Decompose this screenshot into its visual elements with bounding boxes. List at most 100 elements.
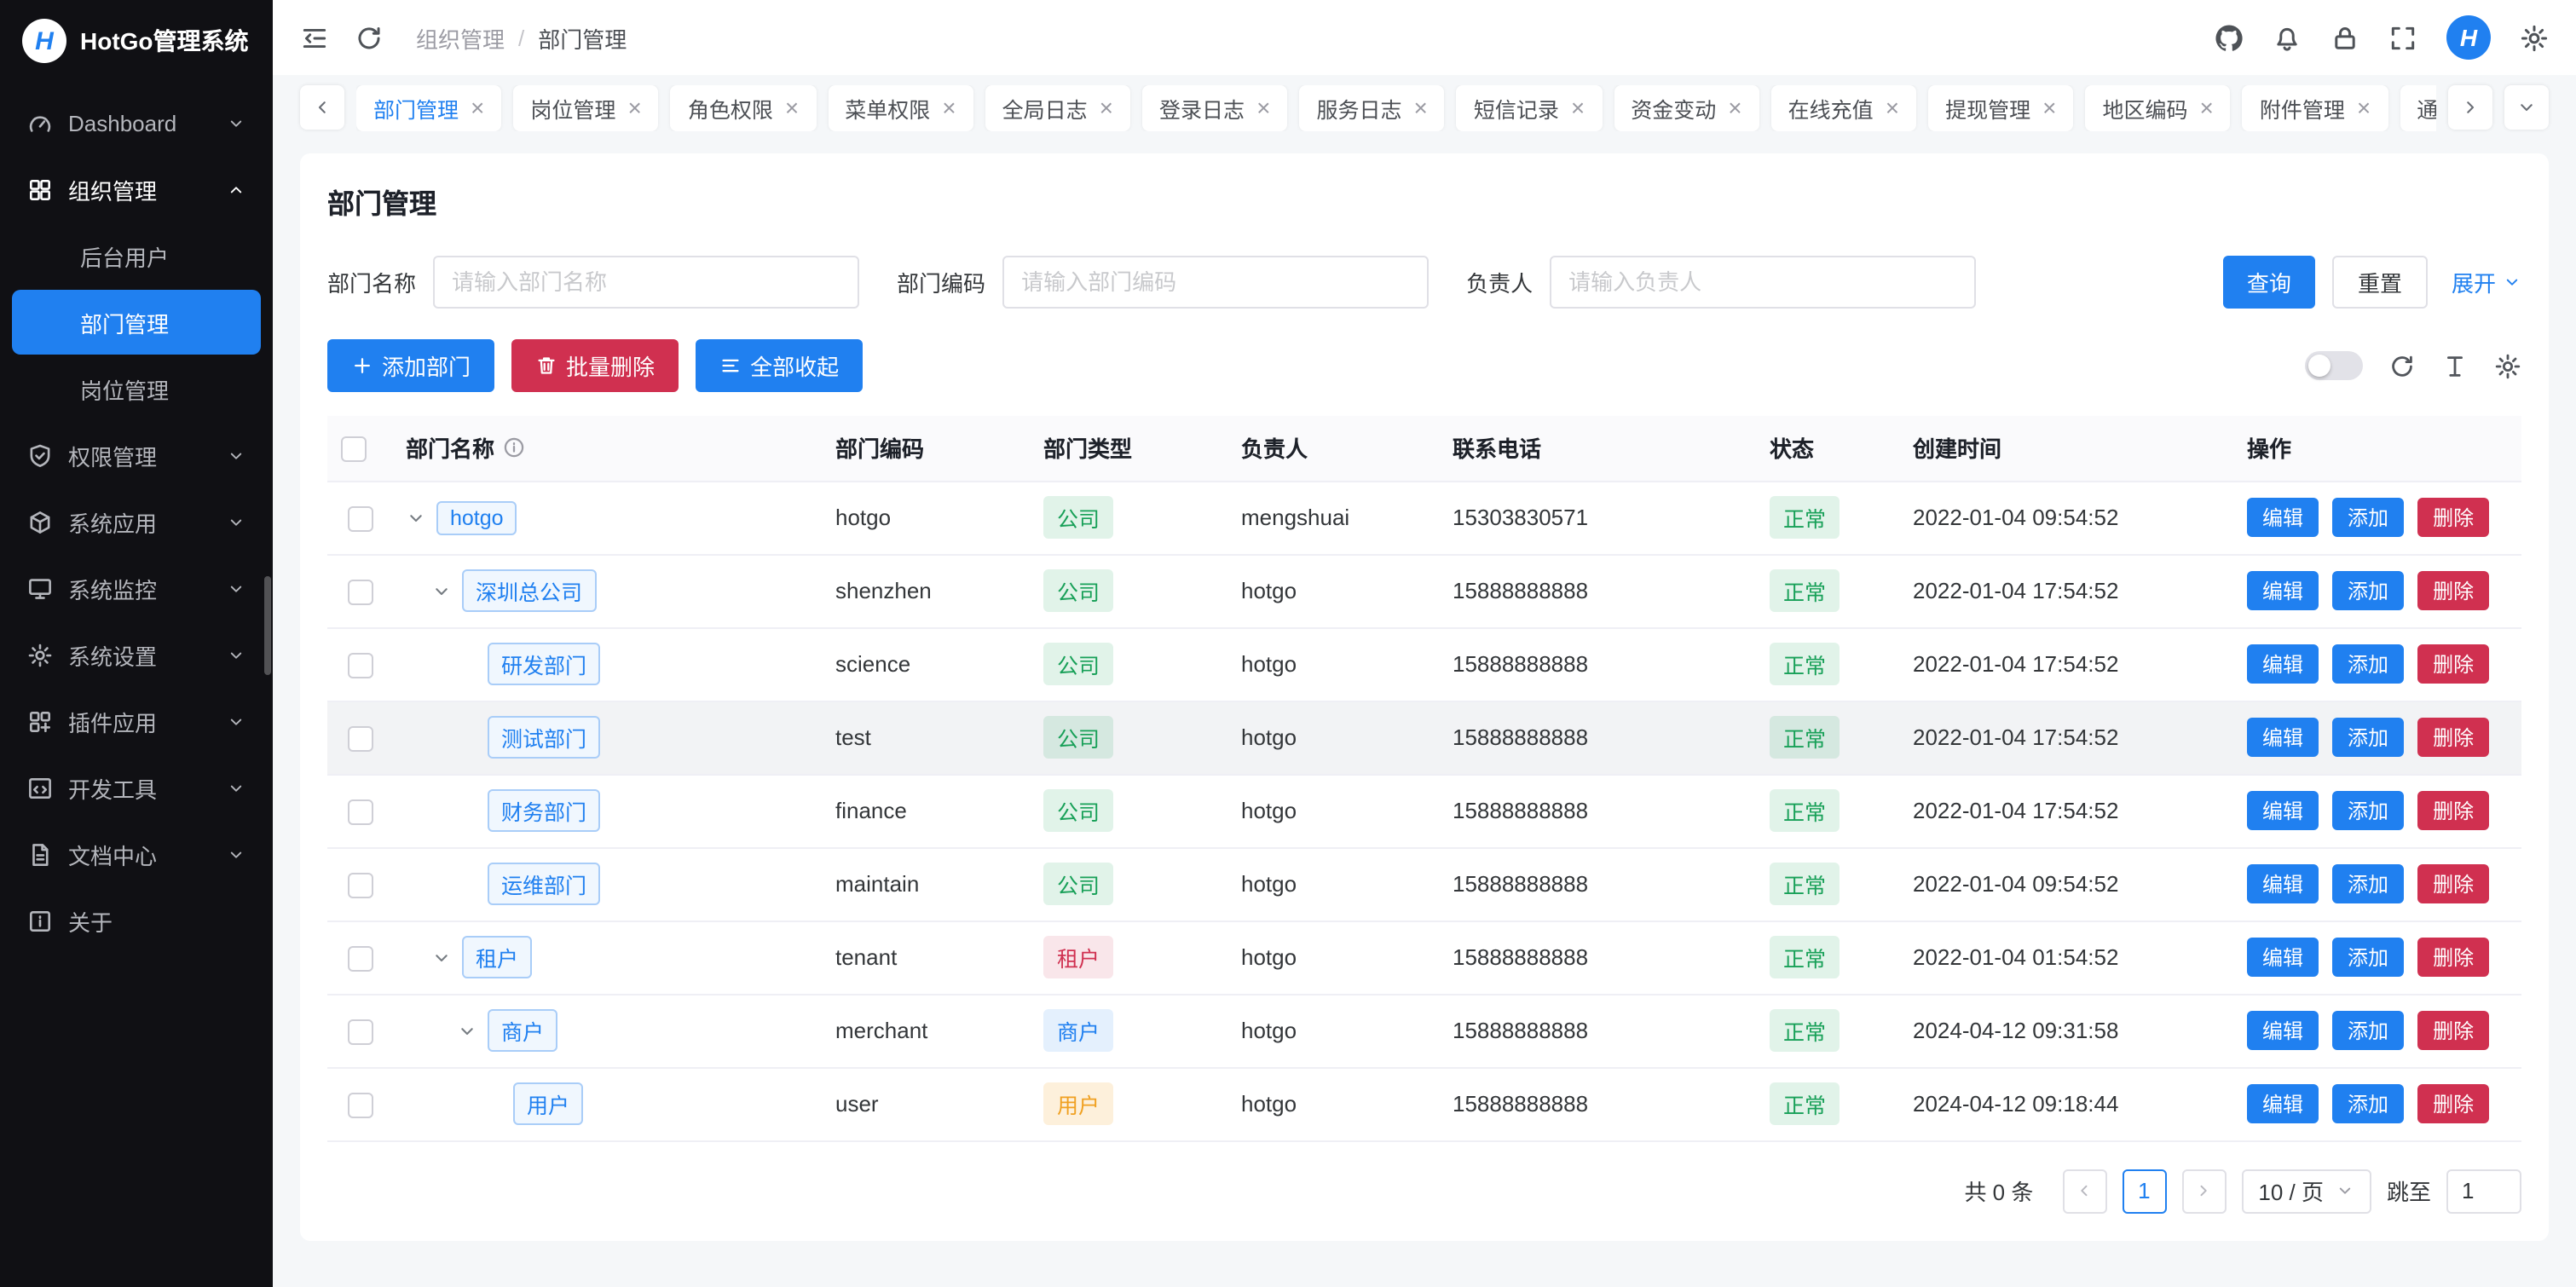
sidebar-item-post-manage[interactable]: 岗位管理 — [12, 356, 261, 421]
row-checkbox[interactable] — [347, 872, 373, 897]
row-checkbox[interactable] — [347, 579, 373, 604]
sidebar-item-dev-tools[interactable]: 开发工具 — [12, 755, 261, 820]
row-checkbox[interactable] — [347, 945, 373, 971]
delete-button[interactable]: 删除 — [2417, 644, 2489, 684]
tab-close-icon[interactable]: × — [1728, 95, 1741, 119]
user-avatar[interactable]: H — [2446, 15, 2491, 60]
tabs-menu-icon[interactable] — [2504, 85, 2549, 130]
sidebar-item-system-app[interactable]: 系统应用 — [12, 489, 261, 554]
page-number-button[interactable]: 1 — [2122, 1169, 2166, 1213]
add-button[interactable]: 添加 — [2332, 718, 2404, 757]
add-department-button[interactable]: 添加部门 — [327, 339, 494, 392]
tab-8[interactable]: 资金变动× — [1614, 84, 1759, 130]
tab-12[interactable]: 附件管理× — [2243, 84, 2388, 130]
row-checkbox[interactable] — [347, 505, 373, 531]
tab-close-icon[interactable]: × — [1571, 95, 1585, 119]
tab-7[interactable]: 短信记录× — [1457, 84, 1602, 130]
tab-close-icon[interactable]: × — [785, 95, 799, 119]
next-page-icon[interactable] — [2181, 1169, 2226, 1213]
sidebar-item-plugin-app[interactable]: 插件应用 — [12, 689, 261, 753]
info-icon[interactable] — [503, 437, 525, 459]
tab-close-icon[interactable]: × — [1256, 95, 1270, 119]
tab-close-icon[interactable]: × — [2200, 95, 2214, 119]
add-button[interactable]: 添加 — [2332, 864, 2404, 903]
table-row[interactable]: 财务部门finance公司hotgo15888888888正常2022-01-0… — [327, 774, 2521, 847]
row-checkbox[interactable] — [347, 1019, 373, 1044]
edit-button[interactable]: 编辑 — [2247, 498, 2319, 537]
collapse-all-button[interactable]: 全部收起 — [696, 339, 863, 392]
table-refresh-icon[interactable] — [2388, 352, 2416, 379]
dept-name-input[interactable] — [433, 256, 859, 309]
table-row[interactable]: 深圳总公司shenzhen公司hotgo15888888888正常2022-01… — [327, 554, 2521, 627]
add-button[interactable]: 添加 — [2332, 791, 2404, 830]
tabs-scroll-right-icon[interactable] — [2448, 85, 2492, 130]
select-all-checkbox[interactable] — [341, 436, 367, 462]
expand-search-toggle[interactable]: 展开 — [2452, 266, 2521, 298]
page-reload-icon[interactable] — [355, 23, 384, 52]
edit-button[interactable]: 编辑 — [2247, 644, 2319, 684]
notifications-bell-icon[interactable] — [2273, 23, 2302, 52]
tab-0[interactable]: 部门管理× — [356, 84, 501, 130]
tab-close-icon[interactable]: × — [627, 95, 641, 119]
striped-toggle-switch[interactable] — [2305, 351, 2363, 380]
row-expand-icon[interactable] — [406, 507, 426, 528]
delete-button[interactable]: 删除 — [2417, 791, 2489, 830]
page-size-select[interactable]: 10 / 页 — [2241, 1169, 2371, 1213]
delete-button[interactable]: 删除 — [2417, 1084, 2489, 1123]
tab-13[interactable]: 通知公告× — [2400, 84, 2436, 130]
row-expand-icon[interactable] — [457, 1020, 477, 1041]
sidebar-item-system-settings[interactable]: 系统设置 — [12, 622, 261, 687]
sidebar-item-doc-center[interactable]: 文档中心 — [12, 822, 261, 886]
github-icon[interactable] — [2215, 23, 2244, 52]
delete-button[interactable]: 删除 — [2417, 864, 2489, 903]
tab-10[interactable]: 提现管理× — [1928, 84, 2073, 130]
breadcrumb-item[interactable]: 组织管理 — [416, 21, 505, 54]
table-row[interactable]: 租户tenant租户hotgo15888888888正常2022-01-04 0… — [327, 921, 2521, 994]
row-expand-icon[interactable] — [431, 947, 452, 967]
sidebar-collapse-icon[interactable] — [300, 23, 329, 52]
delete-button[interactable]: 删除 — [2417, 1011, 2489, 1050]
table-settings-icon[interactable] — [2494, 352, 2521, 379]
table-row[interactable]: hotgohotgo公司mengshuai15303830571正常2022-0… — [327, 481, 2521, 554]
sidebar-item-dashboard[interactable]: Dashboard — [12, 90, 261, 155]
tab-close-icon[interactable]: × — [2357, 95, 2371, 119]
delete-button[interactable]: 删除 — [2417, 571, 2489, 610]
jump-page-input[interactable] — [2446, 1169, 2521, 1213]
edit-button[interactable]: 编辑 — [2247, 791, 2319, 830]
tab-close-icon[interactable]: × — [471, 95, 484, 119]
sidebar-item-org-manage[interactable]: 组织管理 — [12, 157, 261, 222]
edit-button[interactable]: 编辑 — [2247, 718, 2319, 757]
prev-page-icon[interactable] — [2062, 1169, 2106, 1213]
tab-9[interactable]: 在线充值× — [1771, 84, 1916, 130]
table-row[interactable]: 商户merchant商户hotgo15888888888正常2024-04-12… — [327, 994, 2521, 1067]
row-checkbox[interactable] — [347, 799, 373, 824]
tab-2[interactable]: 角色权限× — [671, 84, 816, 130]
table-row[interactable]: 运维部门maintain公司hotgo15888888888正常2022-01-… — [327, 847, 2521, 921]
add-button[interactable]: 添加 — [2332, 938, 2404, 977]
add-button[interactable]: 添加 — [2332, 571, 2404, 610]
add-button[interactable]: 添加 — [2332, 644, 2404, 684]
tab-close-icon[interactable]: × — [1100, 95, 1113, 119]
tab-4[interactable]: 全局日志× — [985, 84, 1130, 130]
edit-button[interactable]: 编辑 — [2247, 864, 2319, 903]
reset-button[interactable]: 重置 — [2332, 256, 2428, 309]
row-checkbox[interactable] — [347, 652, 373, 678]
app-logo[interactable]: H HotGo管理系统 — [0, 0, 273, 82]
tab-5[interactable]: 登录日志× — [1142, 84, 1287, 130]
add-button[interactable]: 添加 — [2332, 1011, 2404, 1050]
tab-close-icon[interactable]: × — [1413, 95, 1427, 119]
tab-close-icon[interactable]: × — [2042, 95, 2056, 119]
tab-1[interactable]: 岗位管理× — [513, 84, 658, 130]
row-expand-icon[interactable] — [431, 580, 452, 601]
row-checkbox[interactable] — [347, 1092, 373, 1117]
sidebar-item-system-monitor[interactable]: 系统监控 — [12, 556, 261, 620]
edit-button[interactable]: 编辑 — [2247, 1011, 2319, 1050]
tab-11[interactable]: 地区编码× — [2085, 84, 2230, 130]
add-button[interactable]: 添加 — [2332, 498, 2404, 537]
dept-code-input[interactable] — [1002, 256, 1429, 309]
breadcrumb-item-current[interactable]: 部门管理 — [538, 21, 627, 54]
add-button[interactable]: 添加 — [2332, 1084, 2404, 1123]
tab-close-icon[interactable]: × — [1886, 95, 1899, 119]
delete-button[interactable]: 删除 — [2417, 718, 2489, 757]
delete-button[interactable]: 删除 — [2417, 938, 2489, 977]
